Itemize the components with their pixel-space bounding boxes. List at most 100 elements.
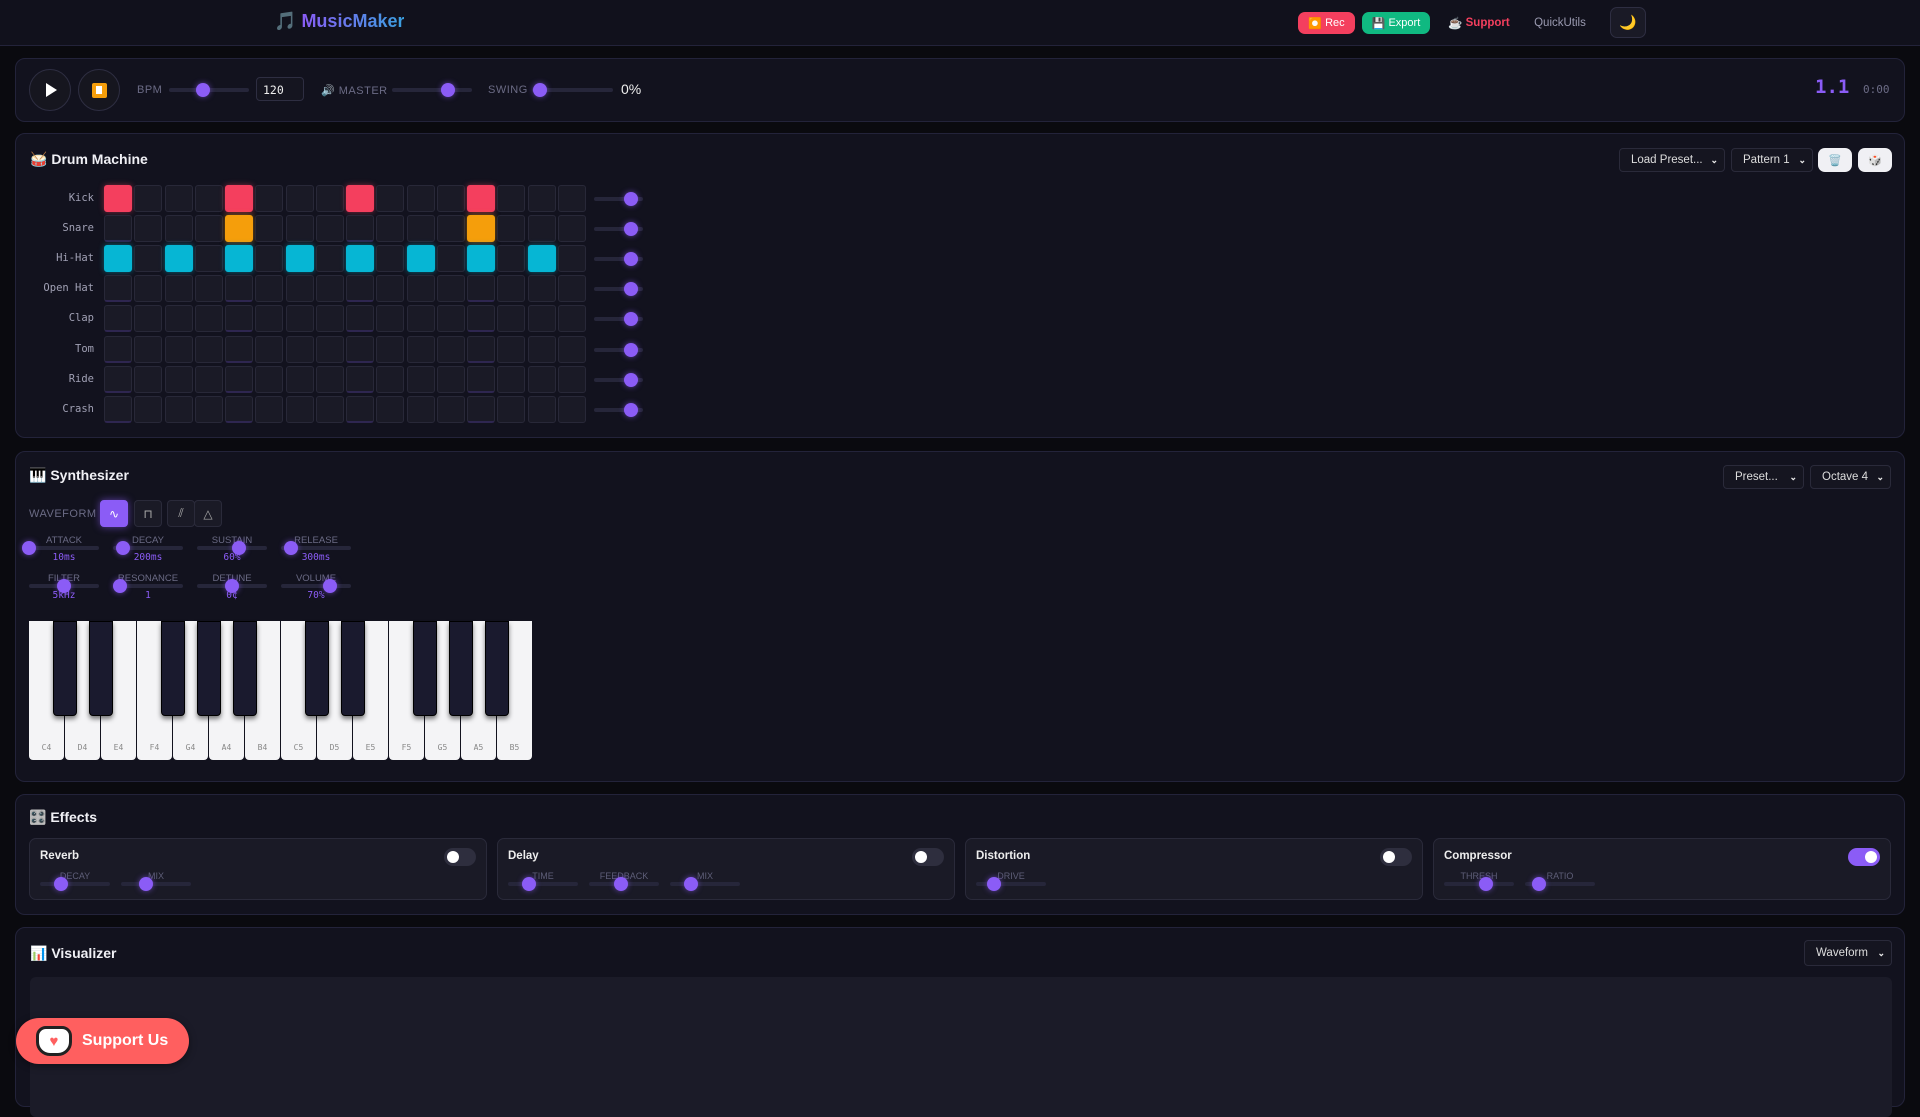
- step-cell[interactable]: [406, 275, 435, 303]
- step-cell[interactable]: [134, 335, 163, 363]
- step-cell[interactable]: [527, 335, 556, 363]
- effect-param-slider[interactable]: [121, 877, 191, 891]
- support-us-button[interactable]: ♥ Support Us: [16, 1018, 189, 1064]
- step-cell[interactable]: [164, 335, 193, 363]
- param-slider[interactable]: [197, 541, 267, 555]
- step-cell[interactable]: [467, 395, 495, 423]
- step-cell[interactable]: [225, 335, 253, 363]
- waveform-triangle-button[interactable]: △: [194, 500, 222, 527]
- effect-param-slider[interactable]: [1525, 877, 1595, 891]
- step-cell[interactable]: [497, 395, 526, 423]
- track-volume-thumb[interactable]: [623, 402, 638, 417]
- effect-param-slider[interactable]: [1444, 877, 1514, 891]
- step-cell[interactable]: [225, 305, 253, 333]
- step-cell[interactable]: [376, 395, 405, 423]
- step-cell[interactable]: [376, 305, 405, 333]
- param-slider[interactable]: [22, 541, 99, 555]
- step-cell[interactable]: [104, 395, 132, 423]
- step-cell[interactable]: [134, 365, 163, 393]
- waveform-sawtooth-button[interactable]: ⫽: [167, 500, 195, 527]
- step-cell[interactable]: [467, 365, 495, 393]
- step-cell[interactable]: [255, 275, 284, 303]
- step-cell[interactable]: [285, 305, 314, 333]
- step-cell[interactable]: [436, 275, 465, 303]
- piano-key-G#5[interactable]: [449, 621, 473, 716]
- step-cell[interactable]: [255, 215, 284, 243]
- visualizer-mode-select[interactable]: Waveform ⌄: [1804, 940, 1892, 966]
- clear-pattern-button[interactable]: 🗑️: [1818, 148, 1852, 172]
- effect-toggle[interactable]: [1848, 848, 1880, 866]
- step-cell[interactable]: [467, 185, 495, 212]
- effect-param-slider[interactable]: [976, 877, 1046, 891]
- step-cell[interactable]: [315, 335, 344, 363]
- step-cell[interactable]: [406, 395, 435, 423]
- step-cell[interactable]: [104, 335, 132, 363]
- step-cell[interactable]: [225, 245, 253, 273]
- effect-toggle[interactable]: [912, 848, 944, 866]
- step-cell[interactable]: [315, 185, 344, 212]
- effect-param-thumb[interactable]: [522, 877, 536, 891]
- step-cell[interactable]: [194, 245, 223, 273]
- step-cell[interactable]: [134, 395, 163, 423]
- swing-slider[interactable]: [532, 83, 613, 97]
- step-cell[interactable]: [557, 185, 586, 212]
- quickutils-link[interactable]: QuickUtils: [1528, 12, 1592, 34]
- effect-param-slider[interactable]: [40, 877, 110, 891]
- effect-param-thumb[interactable]: [613, 877, 628, 891]
- step-cell[interactable]: [497, 185, 526, 212]
- master-volume-thumb[interactable]: [441, 83, 455, 97]
- piano-key-C#4[interactable]: [53, 621, 77, 716]
- step-cell[interactable]: [164, 275, 193, 303]
- step-cell[interactable]: [497, 215, 526, 243]
- step-cell[interactable]: [406, 335, 435, 363]
- step-cell[interactable]: [436, 395, 465, 423]
- step-cell[interactable]: [104, 185, 132, 212]
- step-cell[interactable]: [285, 335, 314, 363]
- step-cell[interactable]: [527, 215, 556, 243]
- step-cell[interactable]: [557, 245, 586, 273]
- step-cell[interactable]: [467, 245, 495, 273]
- step-cell[interactable]: [406, 245, 435, 273]
- track-volume-slider[interactable]: [594, 252, 643, 267]
- effect-param-thumb[interactable]: [1532, 877, 1546, 891]
- step-cell[interactable]: [134, 305, 163, 333]
- effect-param-thumb[interactable]: [986, 877, 1001, 891]
- step-cell[interactable]: [285, 215, 314, 243]
- track-volume-thumb[interactable]: [623, 192, 638, 206]
- step-cell[interactable]: [255, 305, 284, 333]
- pattern-select[interactable]: Pattern 1 ⌄: [1731, 148, 1813, 172]
- track-volume-thumb[interactable]: [623, 372, 638, 387]
- step-cell[interactable]: [436, 245, 465, 273]
- step-cell[interactable]: [164, 245, 193, 273]
- step-cell[interactable]: [346, 245, 374, 273]
- step-cell[interactable]: [134, 275, 163, 303]
- step-cell[interactable]: [104, 245, 132, 273]
- track-volume-slider[interactable]: [594, 372, 643, 387]
- bpm-input[interactable]: 120: [256, 77, 304, 101]
- step-cell[interactable]: [194, 365, 223, 393]
- step-cell[interactable]: [527, 365, 556, 393]
- swing-slider-thumb[interactable]: [533, 83, 548, 97]
- effect-toggle[interactable]: [444, 848, 476, 866]
- track-volume-slider[interactable]: [594, 312, 643, 327]
- step-cell[interactable]: [557, 395, 586, 423]
- track-volume-slider[interactable]: [594, 402, 643, 417]
- step-cell[interactable]: [346, 335, 374, 363]
- step-cell[interactable]: [315, 395, 344, 423]
- step-cell[interactable]: [104, 215, 132, 243]
- step-cell[interactable]: [436, 215, 465, 243]
- step-cell[interactable]: [527, 275, 556, 303]
- waveform-sine-button[interactable]: ∿: [100, 500, 128, 527]
- step-cell[interactable]: [497, 365, 526, 393]
- load-preset-select[interactable]: Load Preset... ⌄: [1619, 148, 1725, 172]
- step-cell[interactable]: [285, 185, 314, 212]
- step-cell[interactable]: [194, 215, 223, 243]
- step-cell[interactable]: [315, 365, 344, 393]
- effect-param-slider[interactable]: [589, 877, 659, 891]
- step-cell[interactable]: [164, 365, 193, 393]
- stop-button[interactable]: [78, 69, 120, 111]
- step-cell[interactable]: [164, 305, 193, 333]
- track-volume-slider[interactable]: [594, 192, 643, 206]
- effect-param-slider[interactable]: [670, 877, 740, 891]
- step-cell[interactable]: [376, 275, 405, 303]
